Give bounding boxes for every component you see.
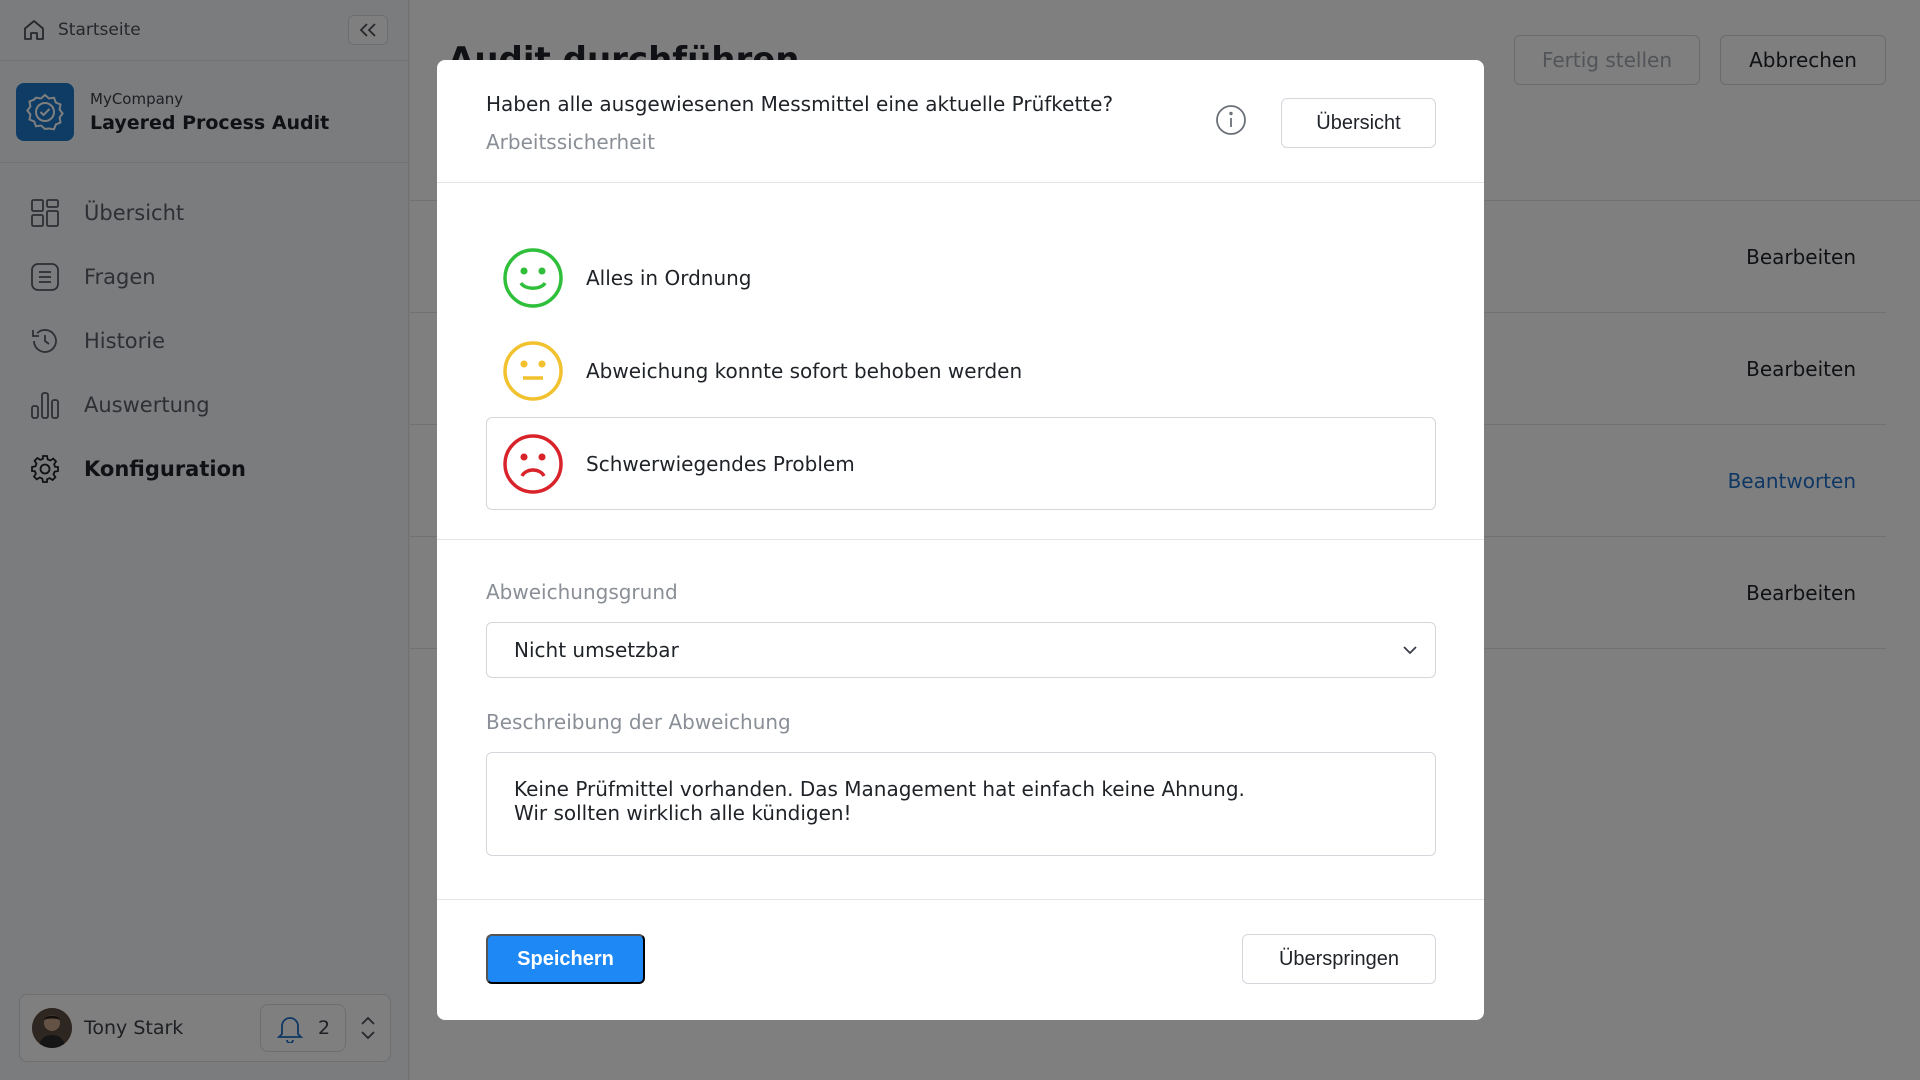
description-textarea[interactable]: Keine Prüfmittel vorhanden. Das Manageme… bbox=[486, 752, 1436, 856]
option-label: Alles in Ordnung bbox=[586, 265, 752, 290]
option-fixed[interactable]: Abweichung konnte sofort behoben werden bbox=[486, 324, 1436, 417]
smiley-happy-icon bbox=[503, 247, 563, 308]
deviation-form: Abweichungsgrund Nicht umsetzbar Beschre… bbox=[437, 540, 1484, 900]
reason-select[interactable]: Nicht umsetzbar bbox=[486, 622, 1436, 678]
smiley-neutral-icon bbox=[503, 340, 563, 401]
smiley-sad-icon bbox=[503, 433, 563, 494]
description-line: Keine Prüfmittel vorhanden. Das Manageme… bbox=[514, 777, 1245, 801]
option-label: Abweichung konnte sofort behoben werden bbox=[586, 358, 1023, 383]
option-ok[interactable]: Alles in Ordnung bbox=[486, 231, 1436, 324]
overview-button[interactable]: Übersicht bbox=[1281, 98, 1436, 148]
answer-options: Alles in Ordnung Abweichung konnte sofor… bbox=[437, 183, 1484, 540]
description-label: Beschreibung der Abweichung bbox=[486, 710, 791, 734]
option-severe[interactable]: Schwerwiegendes Problem bbox=[486, 417, 1436, 510]
option-label: Schwerwiegendes Problem bbox=[586, 451, 855, 476]
reason-value: Nicht umsetzbar bbox=[514, 638, 679, 662]
dialog-footer: Speichern Überspringen bbox=[437, 900, 1484, 1020]
save-button[interactable]: Speichern bbox=[486, 934, 645, 984]
info-icon[interactable] bbox=[1215, 104, 1247, 136]
reason-label: Abweichungsgrund bbox=[486, 580, 678, 604]
chevron-down-icon bbox=[1403, 645, 1417, 654]
dialog-header: Haben alle ausgewiesenen Messmittel eine… bbox=[437, 60, 1484, 183]
skip-button[interactable]: Überspringen bbox=[1242, 934, 1436, 984]
description-line: Wir sollten wirklich alle kündigen! bbox=[514, 801, 852, 825]
audit-question-dialog: Haben alle ausgewiesenen Messmittel eine… bbox=[437, 60, 1484, 1020]
